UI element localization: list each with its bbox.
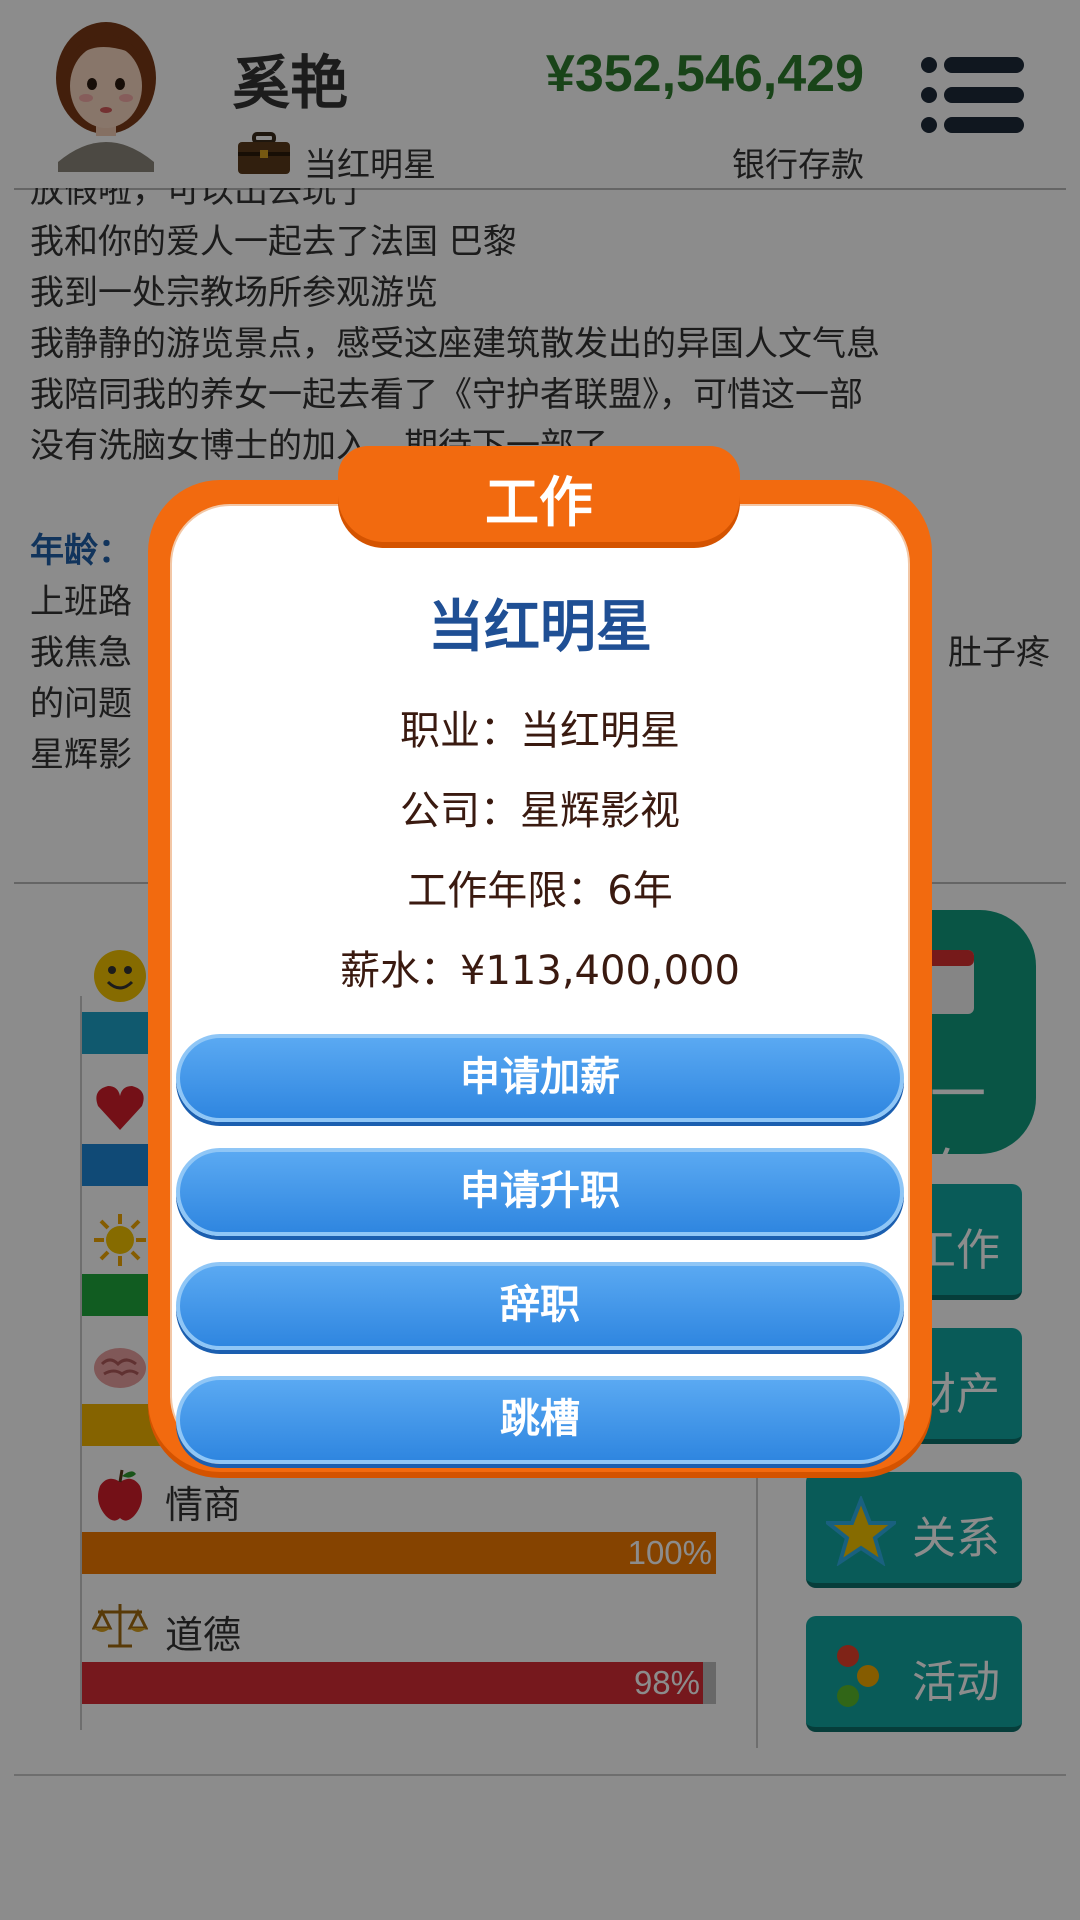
job-title: 当红明星 [428, 595, 652, 660]
request-raise-button[interactable]: 申请加薪 [176, 1034, 904, 1122]
occupation-info: 职业：当红明星 [400, 708, 680, 754]
dialog-title: 工作 [485, 471, 593, 534]
request-promotion-button[interactable]: 申请升职 [176, 1148, 904, 1236]
resign-button[interactable]: 辞职 [176, 1262, 904, 1350]
switch-job-button[interactable]: 跳槽 [176, 1376, 904, 1464]
work-years-info: 工作年限：6年 [407, 868, 673, 914]
company-info: 公司：星辉影视 [400, 788, 680, 834]
salary-info: 薪水：¥113,400,000 [340, 948, 740, 994]
